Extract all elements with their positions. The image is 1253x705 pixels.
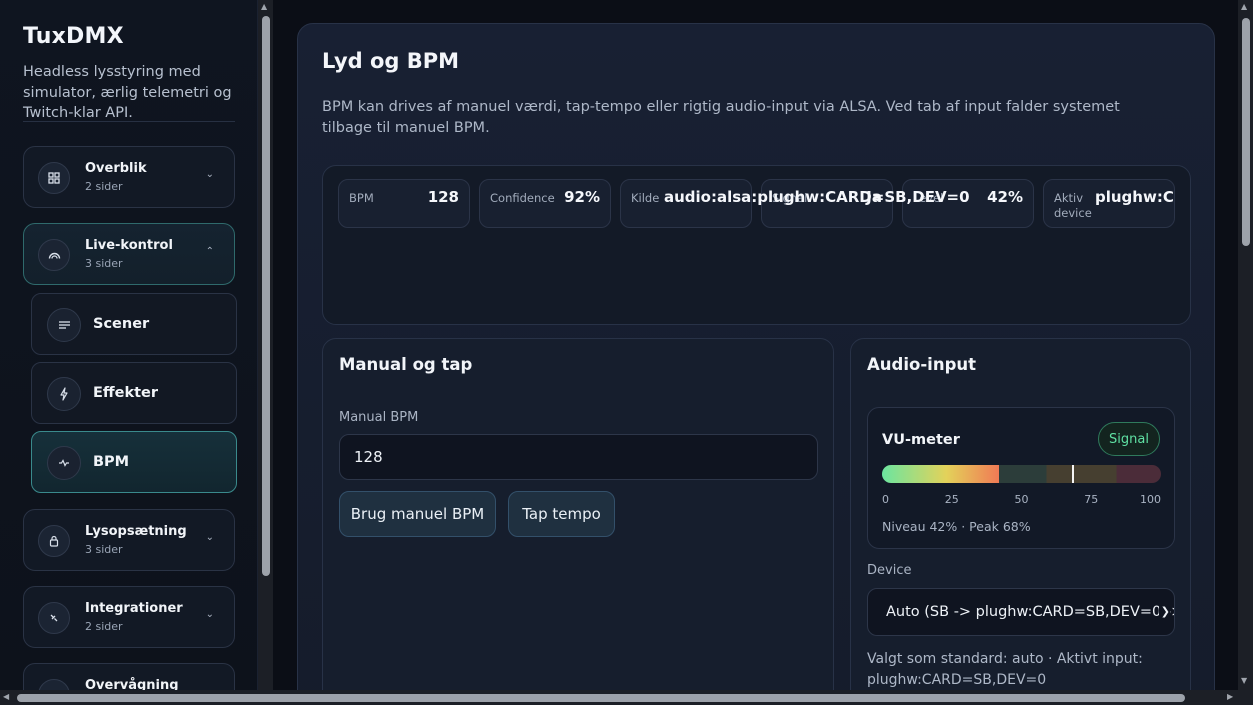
stat-kilde: Kilde audio:alsa:plughw:CARD=SB,DEV=0 — [620, 179, 970, 228]
vu-meter-bar — [882, 465, 1161, 483]
horizontal-scrollbar[interactable]: ◀ ▶ — [0, 690, 1253, 705]
chevron-down-icon: ⌄ — [205, 532, 214, 543]
manual-card: Manual og tap Manual BPM 128 Brug manuel… — [322, 338, 834, 705]
lock-icon — [38, 525, 70, 557]
nav-group-overblik[interactable]: Overblik 2 sider ⌄ — [23, 146, 235, 208]
device-select-value: Auto (SB -> plughw:CARD=SB,DEV=0 -> — [886, 604, 1175, 620]
scroll-up-arrow-icon[interactable]: ▲ — [261, 2, 267, 11]
main-panel: Lyd og BPM BPM kan drives af manuel værd… — [297, 23, 1215, 705]
stat-value: 42% — [987, 188, 1023, 206]
stat-label: Kilde — [631, 191, 660, 205]
stat-value: audio:alsa:plughw:CARD=SB,DEV=0 — [664, 188, 970, 206]
nav-group-live-kontrol[interactable]: Live-kontrol 3 sider ⌃ — [23, 223, 235, 285]
sidebar: TuxDMX Headless lysstyring med simulator… — [0, 0, 258, 690]
vu-tick-label: 100 — [1140, 493, 1161, 506]
scroll-right-arrow-icon[interactable]: ▶ — [1227, 692, 1233, 701]
stat-label: Confidence — [490, 191, 555, 205]
device-select[interactable]: Auto (SB -> plughw:CARD=SB,DEV=0 -> ❯ — [867, 588, 1175, 636]
nav-group-subtitle: 3 sider — [85, 543, 123, 556]
nav-group-title: Overblik — [85, 161, 147, 176]
chevron-down-icon: ⌄ — [205, 609, 214, 620]
manual-bpm-label: Manual BPM — [339, 410, 419, 425]
divider — [23, 121, 235, 122]
stat-label: Aktiv device — [1054, 191, 1092, 220]
monitor-icon — [38, 679, 70, 690]
vu-tick-label: 0 — [882, 493, 889, 506]
audio-card: Audio-input VU-meter Signal 0 25 50 75 100 N… — [850, 338, 1191, 705]
chevron-down-icon: ⌄ — [205, 169, 214, 180]
vu-peak-marker — [1071, 465, 1074, 483]
list-icon — [47, 308, 81, 342]
sidebar-item-scener[interactable]: Scener — [31, 293, 237, 355]
nav-group-subtitle: 2 sider — [85, 180, 123, 193]
chevron-down-icon: ❯ — [1158, 605, 1170, 618]
vu-meter-title: VU-meter — [882, 432, 960, 448]
vu-scale: 0 25 50 75 100 — [882, 493, 1161, 507]
card-title: Manual og tap — [339, 355, 473, 374]
vu-level-fill — [882, 465, 1000, 483]
nav-group-lysopsaetning[interactable]: Lysopsætning 3 sider ⌄ — [23, 509, 235, 571]
grid-icon — [38, 162, 70, 194]
tap-tempo-button[interactable]: Tap tempo — [508, 491, 615, 537]
scrollbar-thumb[interactable] — [1242, 18, 1250, 246]
vu-tick-label: 25 — [944, 493, 959, 506]
device-label: Device — [867, 563, 912, 578]
page-title: Lyd og BPM — [322, 49, 460, 73]
nav-group-subtitle: 3 sider — [85, 257, 123, 270]
vu-tick-label: 75 — [1084, 493, 1099, 506]
chevron-up-icon: ⌃ — [205, 246, 214, 257]
stats-panel: BPM 128 Confidence 92% Kilde audio:alsa:… — [322, 165, 1191, 325]
device-note: Valgt som standard: auto · Aktivt input:… — [867, 651, 1143, 688]
page-description: BPM kan drives af manuel værdi, tap-temp… — [322, 99, 1120, 136]
scroll-down-arrow-icon[interactable]: ▼ — [1241, 676, 1247, 685]
sidebar-item-label: BPM — [93, 454, 130, 470]
signal-badge: Signal — [1098, 422, 1160, 456]
vu-meter-panel: VU-meter Signal 0 25 50 75 100 Niveau 42% · … — [867, 407, 1175, 549]
pulse-icon — [47, 446, 81, 480]
gauge-icon — [38, 239, 70, 271]
page-scrollbar[interactable]: ▲ ▼ — [1238, 0, 1253, 690]
sidebar-item-bpm[interactable]: BPM — [31, 431, 237, 493]
nav-group-integrationer[interactable]: Integrationer 2 sider ⌄ — [23, 586, 235, 648]
plug-icon — [38, 602, 70, 634]
scroll-left-arrow-icon[interactable]: ◀ — [3, 692, 9, 701]
nav-group-title: Live-kontrol — [85, 238, 173, 253]
card-title: Audio-input — [867, 355, 977, 374]
nav-group-overvaagning[interactable]: Overvågning — [23, 663, 235, 690]
scroll-up-arrow-icon[interactable]: ▲ — [1241, 2, 1247, 11]
stat-confidence: Confidence 92% — [479, 179, 611, 228]
stat-bpm: BPM 128 — [338, 179, 470, 228]
scrollbar-thumb[interactable] — [262, 16, 270, 576]
brand-tagline: Headless lysstyring med simulator, ærlig… — [23, 64, 232, 121]
stat-value: 128 — [427, 188, 459, 206]
sidebar-item-label: Scener — [93, 316, 150, 332]
stat-label: BPM — [349, 191, 374, 205]
sidebar-scrollbar[interactable]: ▲ — [258, 0, 273, 690]
vu-status-text: Niveau 42% · Peak 68% — [882, 519, 1031, 534]
stat-value: plughw:CARD=SB,DEV=0 — [1095, 188, 1174, 206]
brand-title: TuxDMX — [23, 24, 124, 49]
stat-aktiv-device: Aktiv device plughw:CARD=SB,DEV=0 — [1043, 179, 1175, 228]
sidebar-item-effekter[interactable]: Effekter — [31, 362, 237, 424]
nav-group-title: Lysopsætning — [85, 524, 187, 539]
nav-group-subtitle: 2 sider — [85, 620, 123, 633]
apply-manual-bpm-button[interactable]: Brug manuel BPM — [339, 491, 496, 537]
bolt-icon — [47, 377, 81, 411]
manual-bpm-input[interactable]: 128 — [339, 434, 818, 480]
vu-tick-label: 50 — [1014, 493, 1029, 506]
nav-group-title: Overvågning — [85, 678, 179, 690]
sidebar-item-label: Effekter — [93, 385, 159, 401]
stat-value: 92% — [564, 188, 600, 206]
nav-group-title: Integrationer — [85, 601, 183, 616]
scrollbar-thumb[interactable] — [17, 694, 1185, 702]
